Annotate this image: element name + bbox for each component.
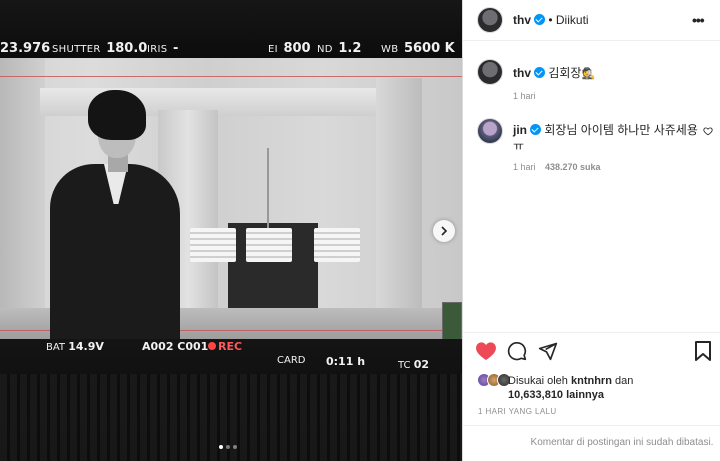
follow-status-button[interactable]: Diikuti <box>556 13 589 27</box>
post-sidebar: thv • Diikuti ••• thv 김회장🕵 1 hari jin 회장… <box>462 0 720 461</box>
post-header: thv • Diikuti <box>513 13 589 27</box>
hud-fps: 23.976 <box>0 41 51 56</box>
post-media[interactable]: 23.976 SHUTTER 180.0 IRIS - EI 800 ND 1.… <box>0 0 462 461</box>
verified-badge-icon <box>534 14 545 25</box>
share-icon[interactable] <box>538 341 558 361</box>
liker-username[interactable]: kntnhrn <box>571 375 612 387</box>
post-date[interactable]: 1 HARI YANG LALU <box>478 407 557 416</box>
actions-divider <box>463 332 720 333</box>
comment-item: jin 회장님 아이템 하나만 사쥬세용ㅠ <box>513 122 699 154</box>
carousel-dot <box>233 445 237 449</box>
chandelier <box>190 148 370 288</box>
hud-nd: ND 1.2 <box>317 41 362 56</box>
person-in-suit <box>38 90 188 340</box>
header-divider <box>463 40 720 41</box>
save-bookmark-icon[interactable] <box>695 341 711 361</box>
comment-icon[interactable] <box>507 341 527 361</box>
hud-iris: IRIS - <box>147 41 179 56</box>
author-username[interactable]: thv <box>513 13 531 27</box>
verified-badge-icon <box>534 67 545 78</box>
header-separator: • <box>548 13 553 27</box>
hud-time: 0:11 h <box>326 355 366 368</box>
carousel-next-button[interactable] <box>433 220 455 242</box>
carousel-indicator <box>219 445 237 449</box>
hud-ei: EI 800 <box>268 41 311 56</box>
hud-shutter: SHUTTER 180.0 <box>52 41 148 56</box>
detective-emoji-icon: 🕵 <box>581 68 596 80</box>
comment-like-icon[interactable] <box>703 126 713 136</box>
carousel-dot <box>226 445 230 449</box>
caption-text: 김회장 <box>548 66 582 80</box>
hud-rec: REC <box>208 340 242 353</box>
camera-bottom-bar <box>0 339 462 461</box>
hud-card: CARD <box>277 355 306 366</box>
more-options-icon[interactable]: ••• <box>692 12 705 28</box>
hud-wb: WB 5600 K <box>381 41 455 56</box>
caption-username[interactable]: thv <box>513 66 531 80</box>
hud-timecode: TC 02 <box>398 358 430 371</box>
likes-count[interactable]: 10,633,810 lainnya <box>508 389 604 401</box>
rec-dot-icon <box>208 342 216 350</box>
author-avatar[interactable] <box>477 7 503 33</box>
like-heart-icon[interactable] <box>475 341 497 361</box>
caption-time: 1 hari <box>513 91 536 101</box>
footer-divider <box>463 425 720 426</box>
likes-summary: Disukai oleh kntnhrn dan 10,633,810 lain… <box>508 375 634 401</box>
caption-avatar[interactable] <box>477 59 503 85</box>
action-bar <box>463 341 720 363</box>
hud-clip: A002 C001 <box>142 340 209 353</box>
verified-badge-icon <box>530 124 541 135</box>
caption: thv 김회장🕵 <box>513 64 595 81</box>
comment-username[interactable]: jin <box>513 123 527 137</box>
comment-likes[interactable]: 438.270 suka <box>545 162 601 172</box>
hud-battery: BAT 14.9V <box>46 340 104 353</box>
carousel-dot <box>219 445 223 449</box>
comments-closed-notice: Komentar di postingan ini sudah dibatasi… <box>530 437 714 448</box>
chevron-right-icon <box>441 226 448 236</box>
comment-time: 1 hari <box>513 162 536 172</box>
commenter-avatar[interactable] <box>477 118 503 144</box>
